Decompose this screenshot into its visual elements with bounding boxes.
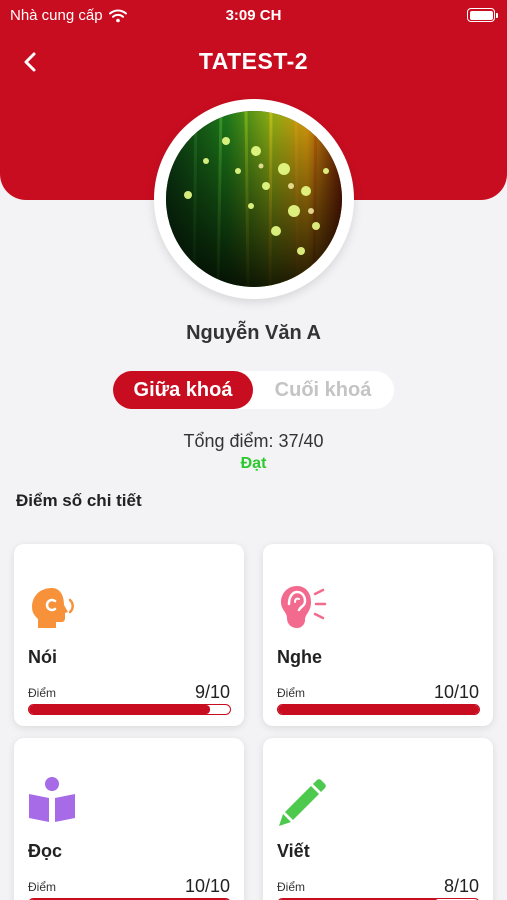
- battery-icon: [467, 8, 498, 22]
- skill-name: Đọc: [28, 841, 63, 861]
- total-score: Tổng điểm: 37/40: [183, 431, 324, 451]
- score-label: Điểm: [277, 880, 306, 894]
- pencil-icon: [279, 779, 326, 826]
- score-value: 10/10: [184, 876, 230, 896]
- skill-card-reading[interactable]: Đọc Điểm 10/10: [14, 738, 244, 900]
- score-progress-fill: [278, 705, 479, 714]
- skill-card-listening[interactable]: Nghe Điểm 10/10: [263, 544, 493, 726]
- status-time: 3:09 CH: [225, 7, 282, 24]
- score-value: 8/10: [443, 876, 479, 896]
- tab-mid-term[interactable]: Giữa khoá: [113, 371, 253, 409]
- nav-bar: TATEST-2: [0, 40, 507, 84]
- skill-name: Nghe: [277, 647, 322, 667]
- tab-final-term[interactable]: Cuối khoá: [253, 371, 393, 409]
- score-value: 9/10: [194, 682, 230, 702]
- score-progress-bar: [277, 704, 480, 715]
- score-label: Điểm: [277, 686, 306, 700]
- term-tabs: Giữa khoá Cuối khoá: [113, 371, 394, 409]
- score-progress-bar: [28, 704, 231, 715]
- avatar-frame: [154, 99, 354, 299]
- page-title: TATEST-2: [198, 48, 309, 74]
- ear-icon: [281, 586, 327, 628]
- section-title: Điểm số chi tiết: [16, 491, 142, 510]
- avatar: [166, 111, 342, 287]
- skill-card-speaking[interactable]: Nói Điểm 9/10: [14, 544, 244, 726]
- score-value: 10/10: [433, 682, 479, 702]
- skill-name: Nói: [28, 647, 57, 667]
- speaking-head-icon: [32, 588, 74, 628]
- score-progress-fill: [29, 705, 210, 714]
- skill-card-writing[interactable]: Viết Điểm 8/10: [263, 738, 493, 900]
- result-status: Đạt: [240, 455, 267, 472]
- skill-name: Viết: [277, 841, 310, 861]
- reading-person-icon: [29, 777, 75, 822]
- score-label: Điểm: [28, 686, 57, 700]
- score-label: Điểm: [28, 880, 57, 894]
- user-name: Nguyễn Văn A: [186, 322, 321, 344]
- status-bar: Nhà cung cấp 3:09 CH: [0, 0, 507, 34]
- avatar-image: [166, 111, 342, 287]
